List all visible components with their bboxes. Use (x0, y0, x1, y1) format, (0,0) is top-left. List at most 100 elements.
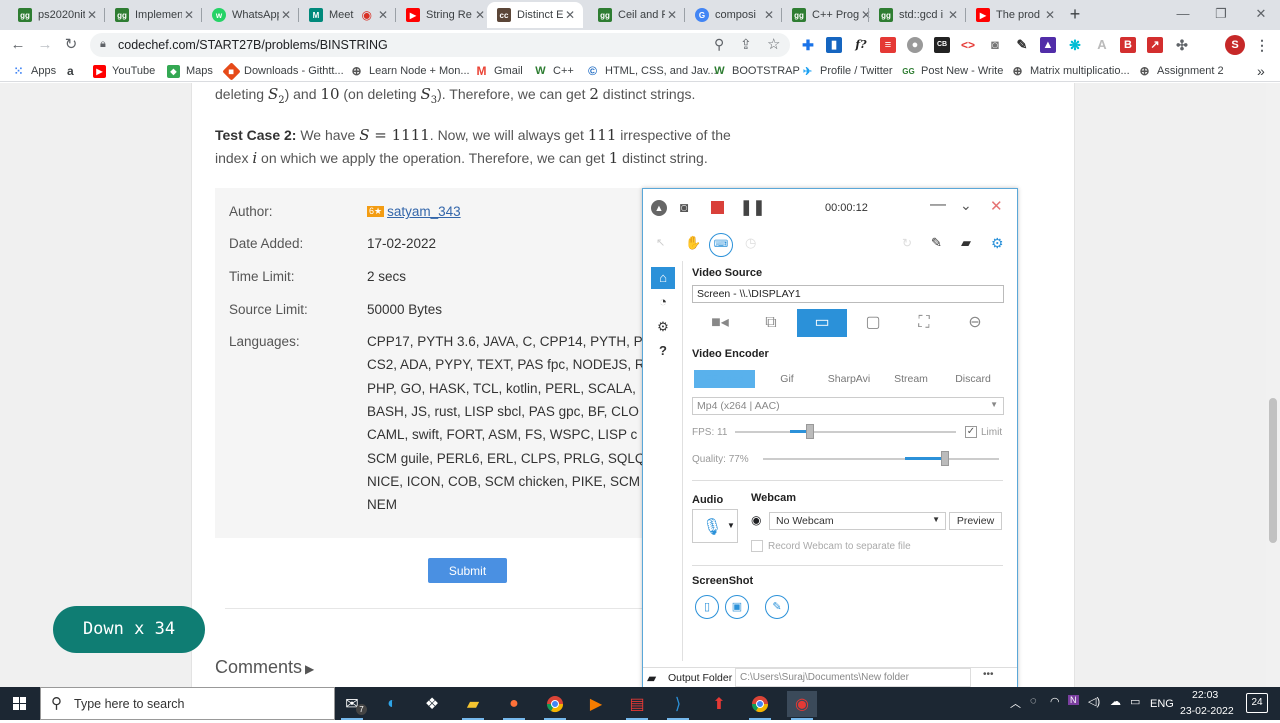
camera-extension-icon[interactable]: ◙ (987, 37, 1003, 53)
maximize-icon[interactable]: ❐ (1206, 4, 1236, 24)
region-select-icon[interactable]: ⛶ (899, 309, 949, 337)
bookmark-gfg[interactable]: GG Post New - Write (902, 63, 1003, 79)
history-icon[interactable]: ◔ (651, 291, 675, 313)
quality-slider-track[interactable] (763, 458, 999, 460)
fps-slider-track[interactable] (735, 431, 956, 433)
eyedropper-extension-icon[interactable]: ✎ (1014, 37, 1030, 53)
output-folder-path[interactable]: C:\Users\Suraj\Documents\New folder (735, 668, 971, 687)
tab-close-icon[interactable]: ✕ (473, 8, 487, 22)
tab-close-icon[interactable]: ✕ (946, 8, 960, 22)
code-extension-icon[interactable]: <> (960, 37, 976, 53)
author-link[interactable]: satyam_343 (387, 204, 461, 219)
encoder-tab-sharpavi[interactable]: SharpAvi (819, 370, 879, 388)
encoder-tab-gif[interactable]: Gif (757, 370, 817, 388)
settings-icon[interactable]: ⚙ (651, 316, 675, 338)
fullscreen-window-icon[interactable]: ▢ (848, 309, 898, 337)
winrar-icon[interactable]: ▤ (622, 691, 652, 720)
bookmarks-overflow-icon[interactable]: » (1257, 63, 1265, 79)
stop-icon[interactable] (711, 201, 724, 214)
circle-extension-icon[interactable]: ● (907, 37, 923, 53)
save-to-file-icon[interactable]: ▯ (695, 595, 719, 619)
reload-icon[interactable]: ↻ (60, 34, 82, 56)
bookmark-youtube[interactable]: ▶ YouTube (93, 63, 155, 79)
minimize-icon[interactable]: — (930, 196, 946, 214)
puzzle-extension-icon[interactable]: ✚ (800, 37, 816, 53)
tab-close-icon[interactable]: ✕ (182, 8, 196, 22)
encoder-tab-ffmpeg[interactable]: FFmpeg (694, 370, 755, 388)
tab-10[interactable]: ▶ The prod ✕ (966, 2, 1063, 28)
captura-recorder-icon[interactable]: ◉ (787, 691, 817, 720)
onenote-icon[interactable]: N (1068, 695, 1079, 705)
editor-pen-icon[interactable]: ✎ (765, 595, 789, 619)
comments-toggle[interactable]: Comments ▶ (215, 657, 314, 678)
timer-icon[interactable]: ◷ (745, 235, 756, 251)
window-source-icon[interactable]: ⧉ (746, 309, 796, 337)
bookmark-assignment[interactable]: ⊕ Assignment 2 (1138, 63, 1223, 79)
kebab-menu-icon[interactable]: ⋮ (1254, 37, 1270, 53)
encoder-tab-discard[interactable]: Discard (943, 370, 1003, 388)
pdf-extension-icon[interactable]: ↗ (1147, 37, 1163, 53)
bookmark-bootstrap[interactable]: W BOOTSTRAP (713, 63, 800, 79)
hand-click-icon[interactable]: ✋ (685, 235, 701, 251)
share-icon[interactable]: ⇪ (740, 36, 752, 53)
tab-8[interactable]: gg C++ Prog ✕ (782, 2, 879, 28)
tab-close-icon[interactable]: ✕ (563, 8, 577, 22)
tab-1[interactable]: gg Implemen ✕ (105, 2, 202, 28)
help-icon[interactable]: ? (651, 340, 675, 362)
tab-close-icon[interactable]: ✕ (762, 8, 776, 22)
bookmark-learn-node[interactable]: ⊕ Learn Node + Mon... (350, 63, 469, 79)
tab-close-icon[interactable]: ✕ (85, 8, 99, 22)
bookmark-amazon[interactable]: a (67, 63, 74, 79)
edge-icon[interactable]: ◐ (377, 691, 407, 717)
cursor-icon[interactable]: ↖ (656, 236, 665, 249)
cloud-icon[interactable]: ☁ (1110, 695, 1121, 708)
tab-close-icon[interactable]: ✕ (376, 8, 390, 22)
mail-app-icon[interactable]: ✉ 7 (337, 691, 367, 720)
tab-5-active[interactable]: cc Distinct E ✕ (487, 2, 583, 28)
taskbar-search[interactable]: ⚲ Type here to search (40, 687, 335, 720)
clock-time[interactable]: 22:03 (1192, 689, 1218, 701)
brush-icon[interactable]: ✎ (931, 235, 942, 251)
encoder-tab-stream[interactable]: Stream (881, 370, 941, 388)
page-scrollbar[interactable] (1266, 83, 1280, 687)
dropbox-icon[interactable]: ❖ (417, 691, 447, 717)
close-icon[interactable]: ✕ (990, 197, 1003, 215)
tab-close-icon[interactable]: ✕ (279, 8, 293, 22)
clock-date[interactable]: 23-02-2022 (1180, 705, 1234, 717)
webcam-source-icon[interactable]: ■◂ (695, 309, 745, 337)
keyboard-icon[interactable]: ⌨ (709, 233, 733, 257)
chrome-icon[interactable] (540, 691, 570, 720)
limit-checkbox[interactable]: ✓ (965, 426, 977, 438)
vscode-icon[interactable]: ⟩ (663, 691, 693, 720)
firefox-icon[interactable]: ● (499, 691, 529, 720)
forward-arrow-icon[interactable]: → (34, 34, 56, 56)
preview-button[interactable]: Preview (949, 512, 1002, 530)
pause-icon[interactable]: ❚❚ (740, 198, 765, 216)
tab-9[interactable]: gg std::gcd i ✕ (869, 2, 966, 28)
volume-icon[interactable]: ◁) (1088, 695, 1100, 708)
notification-center-icon[interactable]: 24 (1246, 693, 1268, 713)
bookmark-twitter[interactable]: ✈ Profile / Twitter (801, 63, 893, 79)
up-arrow-icon[interactable]: ▲ (651, 200, 667, 216)
tab-0[interactable]: gg ps2020nit ✕ (8, 2, 105, 28)
stack-extension-icon[interactable]: ≡ (880, 37, 896, 53)
home-icon[interactable]: ⌂ (651, 267, 675, 289)
new-tab-button[interactable]: + (1066, 5, 1084, 23)
codec-select[interactable]: Mp4 (x264 | AAC) ▼ (692, 397, 1004, 415)
bookmark-cpp[interactable]: W C++ (534, 63, 574, 79)
bookmark-maps[interactable]: ◆ Maps (167, 63, 213, 79)
no-video-icon[interactable]: ⊖ (950, 309, 1000, 337)
upload-app-icon[interactable]: ⬆ (704, 691, 734, 717)
extension-icon[interactable]: ▮ (826, 37, 842, 53)
webcam-select[interactable]: No Webcam ▼ (769, 512, 946, 530)
extensions-puzzle-icon[interactable]: ✣ (1174, 37, 1190, 53)
bookmark-star-icon[interactable]: ☆ (767, 35, 780, 53)
minimize-icon[interactable]: — (1168, 4, 1198, 24)
file-explorer-icon[interactable]: ▰ (458, 691, 488, 720)
submit-button[interactable]: Submit (428, 558, 507, 583)
tray-overflow-icon[interactable]: ︿ (1010, 695, 1021, 711)
zoom-icon[interactable]: ⚲ (714, 36, 724, 53)
audio-source-button[interactable]: 🎙︎ ▼ (692, 509, 738, 543)
bookmark-apps[interactable]: ⁙ Apps (12, 63, 56, 79)
tab-close-icon[interactable]: ✕ (665, 8, 679, 22)
